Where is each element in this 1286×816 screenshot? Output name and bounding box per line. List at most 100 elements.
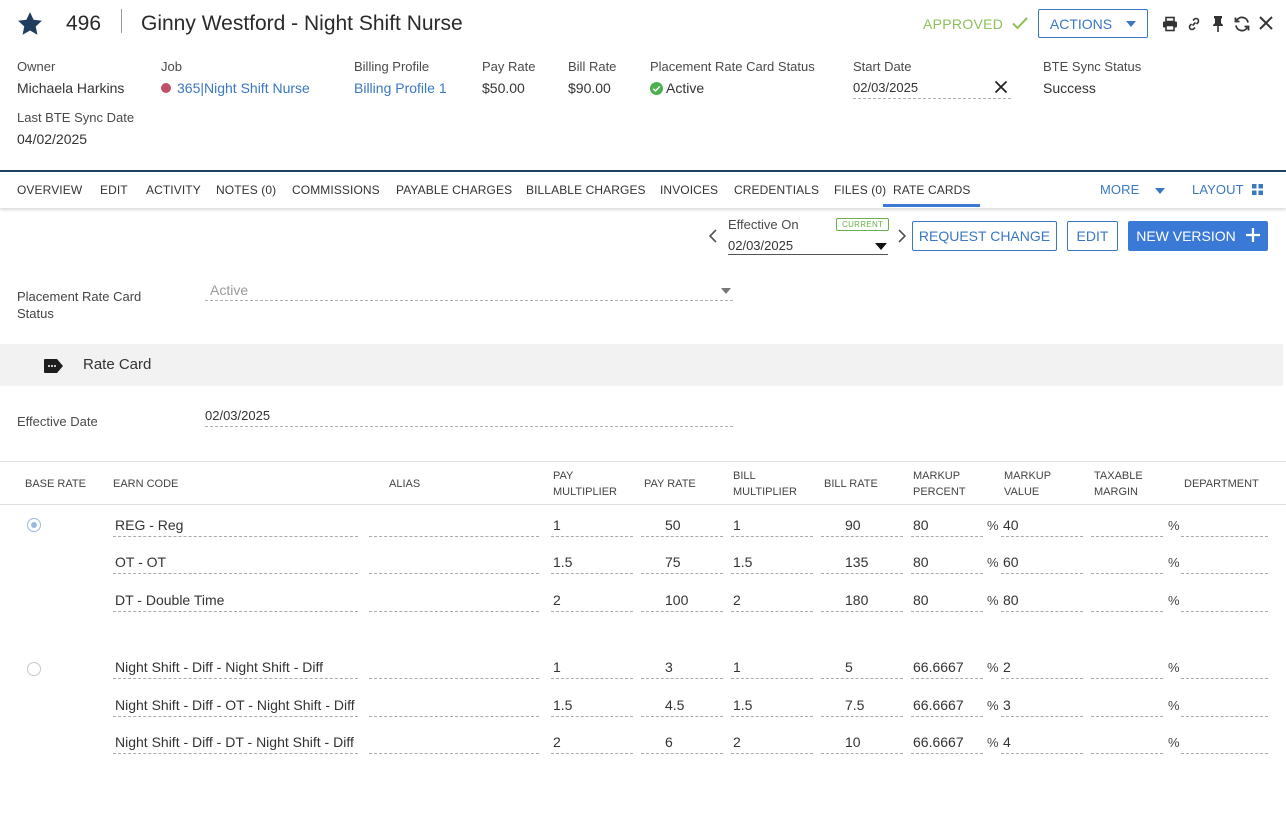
pay-multiplier-field[interactable]: 1.5 [551, 695, 633, 717]
bill-multiplier-field[interactable]: 2 [731, 732, 813, 754]
pay-rate-field[interactable]: 75 [641, 552, 723, 574]
department-field[interactable] [1181, 732, 1268, 754]
job-link[interactable]: 365|Night Shift Nurse [177, 80, 310, 96]
pay-rate-field[interactable]: 6 [641, 732, 723, 754]
edit-button[interactable]: EDIT [1067, 221, 1118, 251]
markup-value-field[interactable]: 4 [1001, 732, 1083, 754]
chevron-left-icon[interactable] [708, 229, 718, 248]
markup-value-field[interactable]: 2 [1001, 657, 1083, 679]
department-field[interactable] [1181, 515, 1268, 537]
tab-payable-charges[interactable]: PAYABLE CHARGES [396, 183, 512, 197]
bill-rate-value: $90.00 [568, 80, 611, 96]
tab-files[interactable]: FILES (0) [834, 183, 886, 197]
taxable-margin-field[interactable] [1091, 657, 1163, 679]
page-title: Ginny Westford - Night Shift Nurse [141, 12, 463, 35]
tab-credentials[interactable]: CREDENTIALS [734, 183, 819, 197]
effective-on-select[interactable]: 02/03/2025 [728, 237, 888, 255]
markup-value-field[interactable]: 40 [1001, 515, 1083, 537]
bill-multiplier-field[interactable]: 1.5 [731, 695, 813, 717]
earn-code-field[interactable]: Night Shift - Diff - Night Shift - Diff [113, 657, 358, 679]
tab-notes[interactable]: NOTES (0) [216, 183, 276, 197]
pay-multiplier-field[interactable]: 2 [551, 590, 633, 612]
tab-invoices[interactable]: INVOICES [660, 183, 718, 197]
chevron-right-icon[interactable] [897, 229, 907, 248]
tab-activity[interactable]: ACTIVITY [146, 183, 201, 197]
pay-rate-field[interactable]: 4.5 [641, 695, 723, 717]
taxable-margin-field[interactable] [1091, 552, 1163, 574]
print-icon[interactable] [1162, 16, 1178, 37]
alias-field[interactable] [369, 695, 539, 717]
favorite-star-icon[interactable] [16, 10, 44, 38]
pay-multiplier-field[interactable]: 1 [551, 657, 633, 679]
markup-percent-field[interactable]: 80 [911, 552, 983, 574]
more-tabs-button[interactable]: MORE [1100, 182, 1166, 197]
close-icon[interactable] [1258, 15, 1274, 36]
taxable-margin-field[interactable] [1091, 515, 1163, 537]
bill-rate-field[interactable]: 5 [821, 657, 903, 679]
pay-rate-field[interactable]: 3 [641, 657, 723, 679]
bill-rate-field[interactable]: 10 [821, 732, 903, 754]
markup-percent-field[interactable]: 80 [911, 590, 983, 612]
bill-rate-field[interactable]: 135 [821, 552, 903, 574]
actions-button[interactable]: ACTIONS [1038, 9, 1148, 38]
bill-multiplier-field[interactable]: 1 [731, 515, 813, 537]
refresh-icon[interactable] [1233, 15, 1251, 38]
percent-symbol: % [987, 660, 999, 675]
alias-field[interactable] [369, 590, 539, 612]
earn-code-field[interactable]: REG - Reg [113, 515, 358, 537]
bill-multiplier-field[interactable]: 2 [731, 590, 813, 612]
request-change-button[interactable]: REQUEST CHANGE [912, 221, 1057, 251]
pay-rate-field[interactable]: 100 [641, 590, 723, 612]
taxable-margin-field[interactable] [1091, 695, 1163, 717]
start-date-field[interactable]: 02/03/2025 [853, 78, 1011, 99]
taxable-margin-field[interactable] [1091, 590, 1163, 612]
pay-multiplier-field[interactable]: 1 [551, 515, 633, 537]
effective-date-field[interactable]: 02/03/2025 [205, 407, 733, 427]
pay-multiplier-field[interactable]: 1.5 [551, 552, 633, 574]
pin-icon[interactable] [1211, 15, 1225, 38]
markup-value-field[interactable]: 60 [1001, 552, 1083, 574]
bill-multiplier-field[interactable]: 1 [731, 657, 813, 679]
tab-overview[interactable]: OVERVIEW [17, 183, 82, 197]
markup-percent-field[interactable]: 66.6667 [911, 695, 983, 717]
earn-code-field[interactable]: Night Shift - Diff - DT - Night Shift - … [113, 732, 358, 754]
base-rate-radio[interactable] [27, 662, 41, 676]
department-field[interactable] [1181, 552, 1268, 574]
prc-status-select[interactable]: Active [205, 280, 733, 301]
bill-multiplier-field[interactable]: 1.5 [731, 552, 813, 574]
bill-rate-field[interactable]: 7.5 [821, 695, 903, 717]
pay-multiplier-field[interactable]: 2 [551, 732, 633, 754]
alias-field[interactable] [369, 657, 539, 679]
pay-rate-field[interactable]: 50 [641, 515, 723, 537]
tab-commissions[interactable]: COMMISSIONS [292, 183, 380, 197]
tab-billable-charges[interactable]: BILLABLE CHARGES [526, 183, 646, 197]
col-pay-rate: PAY RATE [644, 478, 696, 490]
markup-percent-field[interactable]: 66.6667 [911, 732, 983, 754]
alias-field[interactable] [369, 732, 539, 754]
link-icon[interactable] [1186, 16, 1202, 37]
markup-percent-field[interactable]: 66.6667 [911, 657, 983, 679]
department-field[interactable] [1181, 695, 1268, 717]
clear-date-icon[interactable] [994, 80, 1008, 99]
tab-rate-cards[interactable]: RATE CARDS [883, 183, 981, 207]
taxable-margin-field[interactable] [1091, 732, 1163, 754]
new-version-button[interactable]: NEW VERSION [1128, 221, 1268, 251]
tab-bar: OVERVIEW EDIT ACTIVITY NOTES (0) COMMISS… [0, 170, 1286, 208]
markup-value-field[interactable]: 80 [1001, 590, 1083, 612]
tab-edit[interactable]: EDIT [100, 183, 128, 197]
pay-rate-label: Pay Rate [482, 59, 536, 74]
billing-profile-link[interactable]: Billing Profile 1 [354, 80, 447, 96]
alias-field[interactable] [369, 552, 539, 574]
department-field[interactable] [1181, 657, 1268, 679]
earn-code-field[interactable]: Night Shift - Diff - OT - Night Shift - … [113, 695, 358, 717]
earn-code-field[interactable]: DT - Double Time [113, 590, 358, 612]
layout-button[interactable]: LAYOUT [1192, 182, 1264, 198]
markup-value-field[interactable]: 3 [1001, 695, 1083, 717]
bill-rate-field[interactable]: 90 [821, 515, 903, 537]
bill-rate-field[interactable]: 180 [821, 590, 903, 612]
department-field[interactable] [1181, 590, 1268, 612]
markup-percent-field[interactable]: 80 [911, 515, 983, 537]
alias-field[interactable] [369, 515, 539, 537]
base-rate-radio-selected[interactable] [27, 518, 41, 532]
earn-code-field[interactable]: OT - OT [113, 552, 358, 574]
